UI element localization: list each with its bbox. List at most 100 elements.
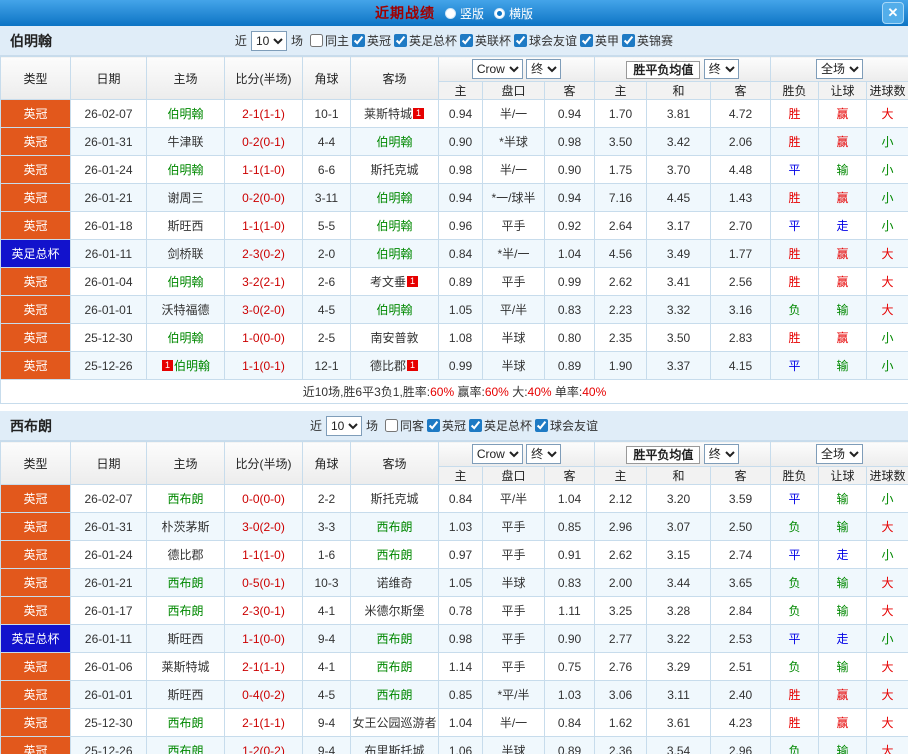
goals-result-cell: 大: [866, 99, 908, 128]
odds-home-cell: 0.89: [438, 267, 483, 296]
sub-odds-away: 客: [543, 466, 596, 485]
view-horizontal-option[interactable]: 横版: [494, 5, 533, 22]
match-row: 英冠 26-01-31 朴茨茅斯 3-0(2-0) 3-3 西布朗 1.03 平手 0.85 2.…: [0, 512, 908, 541]
odds-company-select[interactable]: Crow: [471, 59, 523, 79]
filter-checkbox[interactable]: 英足总杯: [393, 32, 457, 49]
filter-checkbox[interactable]: 英冠: [427, 417, 466, 434]
avg-group-header: 胜平负均值 终: [594, 56, 772, 82]
filter-checkbox-input[interactable]: [309, 33, 323, 47]
avg-away-cell: 2.50: [710, 512, 772, 541]
recent-count-select[interactable]: 10: [250, 30, 287, 51]
filter-checkbox-input[interactable]: [580, 33, 594, 47]
sub-odds-away: 客: [543, 81, 596, 100]
date-cell: 25-12-30: [70, 323, 147, 352]
filter-checkbox[interactable]: 英冠: [351, 32, 391, 49]
odds-final-select[interactable]: 终: [526, 59, 562, 79]
match-row: 英冠 26-02-07 西布朗 0-0(0-0) 2-2 斯托克城 0.84 平/半 1.04 2…: [0, 484, 908, 513]
odds-final-select[interactable]: 终: [526, 444, 562, 464]
close-button[interactable]: ✕: [882, 2, 904, 24]
home-team-cell: 剑桥联: [146, 239, 225, 268]
date-cell: 26-01-31: [70, 512, 147, 541]
date-cell: 26-01-31: [70, 127, 147, 156]
radio-unselected-icon[interactable]: [444, 7, 456, 19]
away-team-cell: 西布朗: [350, 624, 439, 653]
filter-checkbox[interactable]: 同主: [309, 32, 349, 49]
match-row: 英足总杯 26-01-11 斯旺西 1-1(0-0) 9-4 西布朗 0.98 平手 0.90 2…: [0, 624, 908, 653]
score-cell: 3-0(2-0): [224, 295, 303, 324]
team-name: 西布朗: [167, 576, 204, 590]
filter-checkbox-input[interactable]: [351, 33, 365, 47]
filter-checkbox-input[interactable]: [384, 418, 398, 432]
goals-result-cell: 大: [866, 267, 908, 296]
competition-cell: 英冠: [0, 183, 71, 212]
view-vertical-option[interactable]: 竖版: [444, 5, 484, 22]
odds-group-header: Crow 终: [437, 441, 596, 467]
away-team-cell: 米德尔斯堡: [350, 596, 439, 625]
filter-checkbox-input[interactable]: [469, 418, 483, 432]
rank-badge: 1: [161, 360, 173, 371]
filter-checkbox[interactable]: 英联杯: [460, 32, 511, 49]
sub-avg-away: 客: [710, 466, 772, 485]
handicap-cell: *半/一: [482, 239, 545, 268]
filter-checkbox-input[interactable]: [427, 418, 440, 432]
filter-checkbox-input[interactable]: [514, 33, 528, 47]
scope-select[interactable]: 全场: [816, 59, 864, 79]
avg-home-cell: 2.12: [594, 484, 648, 513]
score-cell: 1-1(1-0): [224, 155, 303, 184]
team-name: 德比郡: [369, 359, 406, 373]
home-team-cell: 斯旺西: [146, 680, 225, 709]
scope-select[interactable]: 全场: [816, 444, 864, 464]
col-score: 比分(半场): [224, 56, 303, 100]
filter-checkbox-input[interactable]: [535, 418, 549, 432]
team-name: 沃特福德: [161, 303, 210, 317]
filter-checkbox-text: 英联杯: [475, 33, 512, 48]
team-name: 伯明翰: [167, 107, 204, 121]
handicap-result-cell: 输: [818, 351, 868, 380]
odds-home-cell: 0.84: [438, 484, 483, 513]
home-team-cell: 西布朗: [146, 596, 225, 625]
filter-checkbox-input[interactable]: [393, 33, 407, 47]
filter-checkbox[interactable]: 英锦赛: [622, 32, 673, 49]
filter-bar: 近 10 场 同客 英冠 英足总杯 球会友谊: [0, 411, 908, 440]
radio-selected-icon[interactable]: [494, 7, 505, 19]
avg-away-cell: 3.16: [710, 295, 772, 324]
avg-final-select[interactable]: 终: [703, 444, 739, 464]
sub-avg-away: 客: [710, 81, 772, 100]
competition-cell: 英冠: [0, 127, 71, 156]
filter-checkbox[interactable]: 同客: [384, 417, 424, 434]
wdl-result-cell: 平: [770, 624, 820, 653]
home-team-cell: 伯明翰: [146, 155, 225, 184]
filter-checkbox-text: 英锦赛: [637, 33, 674, 48]
odds-home-cell: 1.06: [438, 736, 483, 754]
away-team-cell: 伯明翰: [350, 183, 439, 212]
odds-away-cell: 0.89: [543, 351, 596, 380]
filter-checkbox[interactable]: 球会友谊: [514, 32, 577, 49]
filter-checkbox[interactable]: 球会友谊: [535, 417, 598, 434]
date-cell: 26-01-21: [70, 568, 147, 597]
match-row: 英冠 26-01-24 德比郡 1-1(1-0) 1-6 西布朗 0.97 平手 0.91 2.6…: [0, 540, 908, 569]
recent-count-select[interactable]: 10: [325, 415, 362, 436]
avg-final-select[interactable]: 终: [703, 59, 739, 79]
team-name: 伯明翰: [167, 163, 204, 177]
odds-away-cell: 0.90: [543, 624, 596, 653]
odds-company-select[interactable]: Crow: [471, 444, 523, 464]
handicap-result-cell: 输: [818, 295, 868, 324]
date-cell: 26-01-24: [70, 540, 147, 569]
home-team-cell: 1 伯明翰: [146, 351, 225, 380]
odds-away-cell: 1.04: [543, 239, 596, 268]
filter-checkbox[interactable]: 英足总杯: [469, 417, 532, 434]
filter-checkbox-input[interactable]: [622, 33, 636, 47]
filter-checkbox-input[interactable]: [460, 33, 473, 47]
goals-result-cell: 小: [866, 484, 908, 513]
result-group-header: 全场: [770, 441, 908, 467]
competition-cell: 英冠: [0, 540, 71, 569]
team-name: 牛津联: [167, 135, 204, 149]
score-cell: 2-1(1-1): [224, 708, 303, 737]
wdl-result-cell: 胜: [770, 708, 820, 737]
sub-handicap-result: 让球: [818, 466, 868, 485]
away-team-cell: 伯明翰: [350, 295, 439, 324]
competition-cell: 英冠: [0, 708, 71, 737]
odds-away-cell: 1.11: [543, 596, 596, 625]
filter-checkbox[interactable]: 英甲: [580, 32, 619, 49]
wdl-result-cell: 平: [770, 155, 820, 184]
